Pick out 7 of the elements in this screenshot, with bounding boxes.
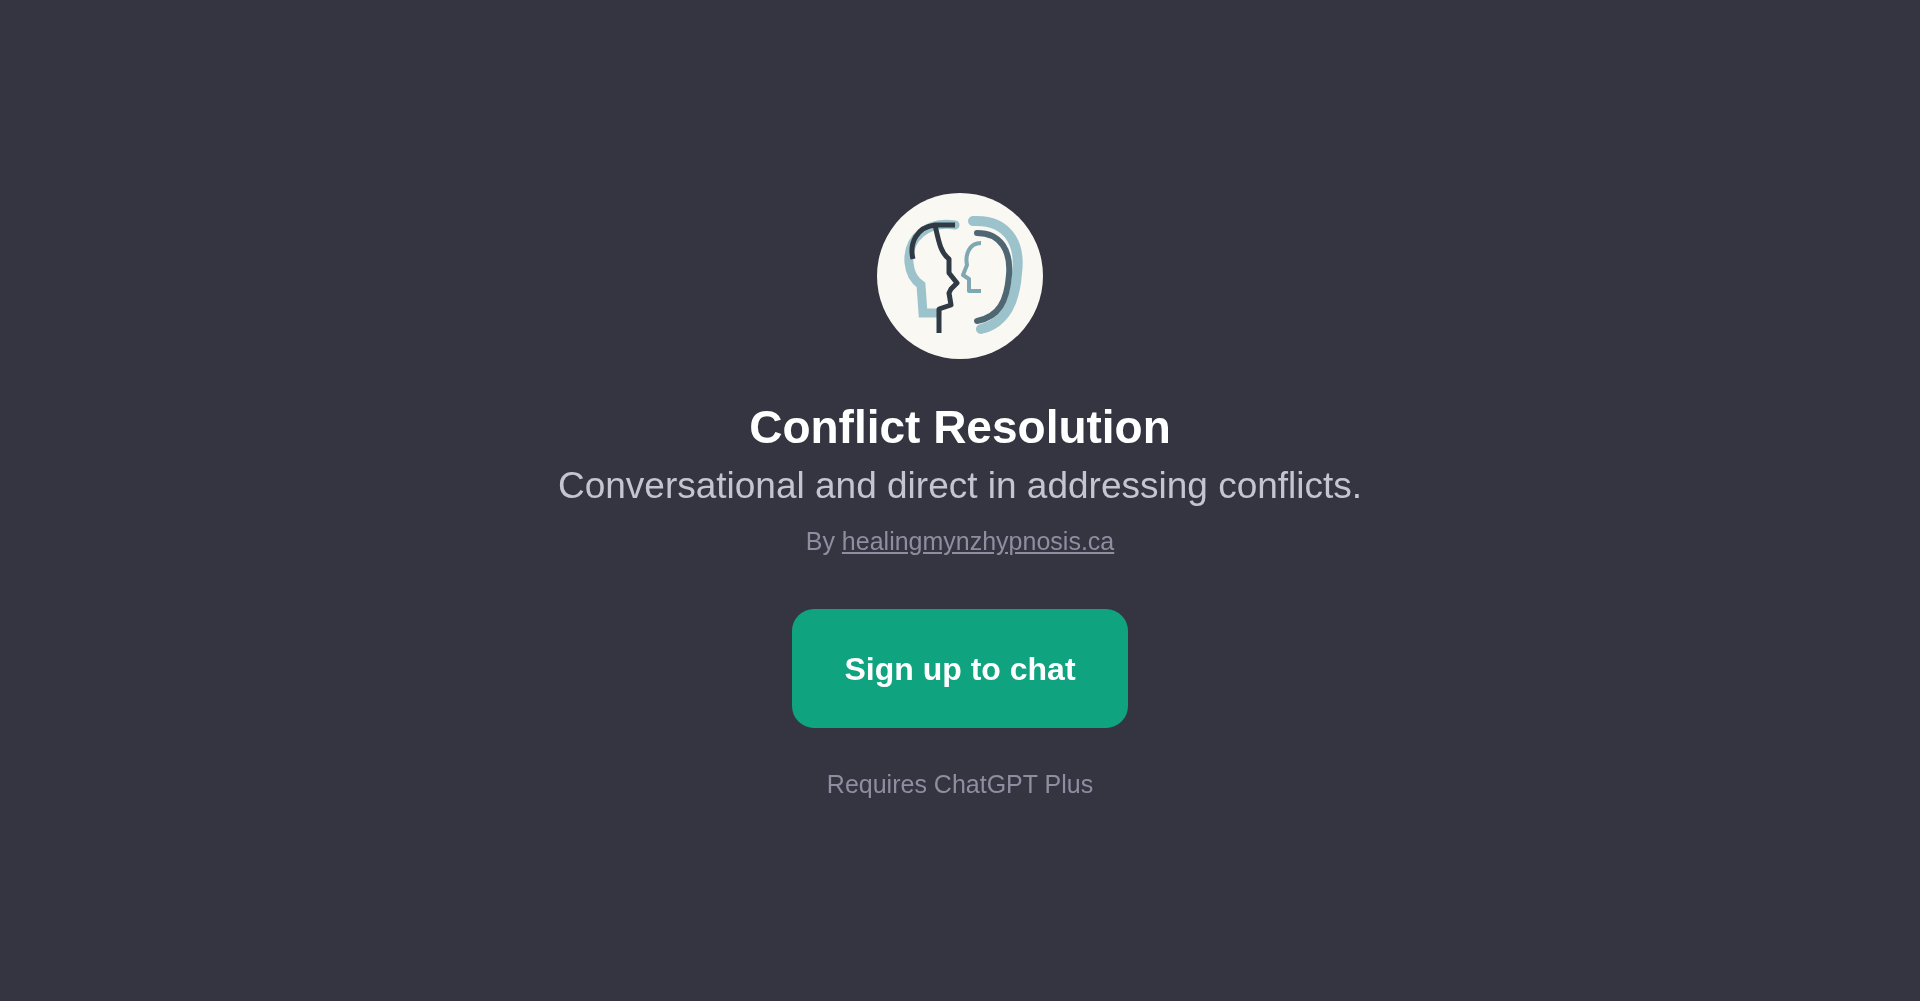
- two-profiles-icon: [877, 193, 1043, 359]
- sign-up-button[interactable]: Sign up to chat: [792, 609, 1128, 728]
- gpt-title: Conflict Resolution: [749, 400, 1171, 455]
- author-line: By healingmynzhypnosis.ca: [805, 526, 1115, 557]
- requirement-note: Requires ChatGPT Plus: [826, 769, 1094, 800]
- gpt-description: Conversational and direct in addressing conflicts.: [557, 464, 1363, 508]
- author-link[interactable]: healingmynzhypnosis.ca: [841, 527, 1115, 555]
